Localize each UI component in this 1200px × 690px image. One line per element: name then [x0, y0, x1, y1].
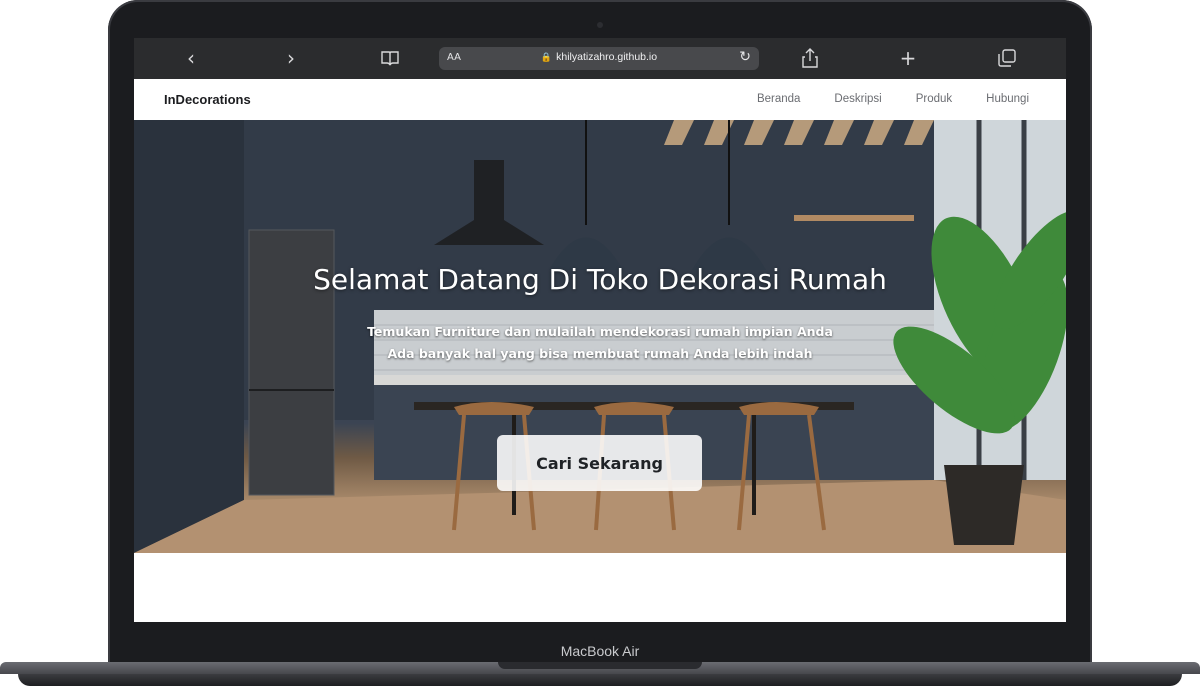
- nav-link-beranda[interactable]: Beranda: [757, 93, 800, 105]
- nav-menu: Beranda Deskripsi Produk Hubungi: [757, 93, 1029, 105]
- hero-content: Selamat Datang Di Toko Dekorasi Rumah Te…: [134, 120, 1066, 553]
- site-logo[interactable]: InDecorations: [164, 92, 251, 107]
- hero-title: Selamat Datang Di Toko Dekorasi Rumah: [313, 263, 887, 296]
- browser-screen: ‹ › AA 🔒 khilyatizahro.github.io ↻ + InDe…: [134, 38, 1066, 622]
- hero-subtitle-line-2: Ada banyak hal yang bisa membuat rumah A…: [387, 346, 813, 361]
- cari-sekarang-button[interactable]: Cari Sekarang: [497, 435, 702, 491]
- back-icon[interactable]: ‹: [181, 46, 201, 70]
- nav-link-produk[interactable]: Produk: [916, 93, 952, 105]
- address-bar[interactable]: AA 🔒 khilyatizahro.github.io ↻: [439, 47, 759, 70]
- nav-link-deskripsi[interactable]: Deskripsi: [834, 93, 881, 105]
- browser-toolbar: ‹ › AA 🔒 khilyatizahro.github.io ↻ +: [134, 38, 1066, 79]
- lock-icon: 🔒: [540, 52, 553, 62]
- url-text: khilyatizahro.github.io: [556, 51, 658, 63]
- camera-dot: [597, 22, 603, 28]
- plus-icon[interactable]: +: [898, 46, 918, 70]
- reload-icon[interactable]: ↻: [739, 49, 751, 65]
- hinge-notch: [498, 662, 702, 669]
- tabs-icon[interactable]: [997, 46, 1017, 70]
- hero-subtitle-line-1: Temukan Furniture dan mulailah mendekora…: [367, 324, 833, 339]
- share-icon[interactable]: [800, 46, 820, 70]
- nav-link-hubungi[interactable]: Hubungi: [986, 93, 1029, 105]
- hero-section: Selamat Datang Di Toko Dekorasi Rumah Te…: [134, 120, 1066, 553]
- book-icon[interactable]: [378, 46, 402, 70]
- forward-icon[interactable]: ›: [281, 46, 301, 70]
- laptop-base: [0, 662, 1200, 690]
- device-brand-label: MacBook Air: [560, 643, 640, 659]
- site-navbar: InDecorations Beranda Deskripsi Produk H…: [134, 79, 1066, 120]
